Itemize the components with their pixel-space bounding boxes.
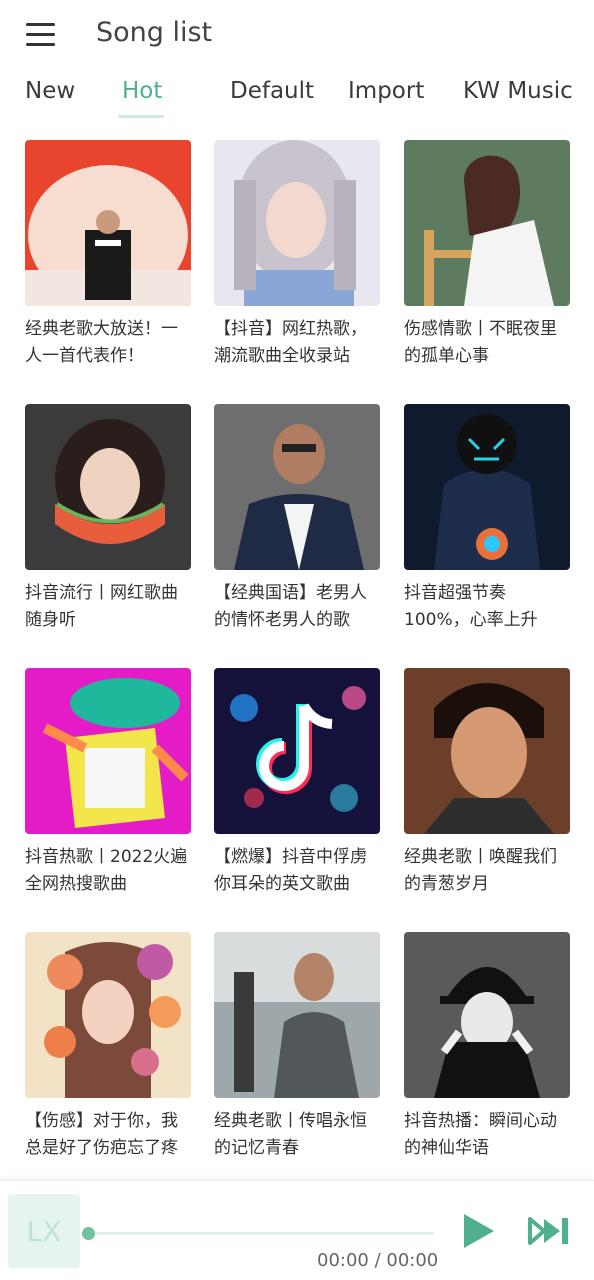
playlist-cover [404,404,570,570]
playlist-cover [404,932,570,1098]
app-logo[interactable]: LX [8,1194,80,1268]
tab-new[interactable]: New [25,78,75,104]
playlist-title: 抖音热歌丨2022火遍全网热搜歌曲 [25,847,188,894]
playlist-title: 经典老歌丨唤醒我们的青葱岁月 [404,847,557,894]
playlist-card[interactable]: 【伤感】对于你，我总是好了伤疤忘了疼 [25,932,191,1162]
playlist-cover [214,140,380,306]
playlist-cover [214,404,380,570]
playlist-cover [214,668,380,834]
app-header: Song list [0,0,594,70]
player-bar: LX 00:00 / 00:00 [0,1180,594,1280]
playlist-card[interactable]: 【燃爆】抖音中俘虏你耳朵的英文歌曲 [214,668,380,898]
playlist-title: 经典老歌丨传唱永恒的记忆青春 [214,1111,367,1158]
playlist-card[interactable]: 经典老歌丨传唱永恒的记忆青春 [214,932,380,1162]
playlist-card[interactable]: 【经典国语】老男人的情怀老男人的歌 [214,404,380,634]
progress-bar[interactable] [88,1232,434,1235]
playlist-cover [404,140,570,306]
playlist-title: 【燃爆】抖音中俘虏你耳朵的英文歌曲 [214,847,367,894]
playlist-card[interactable]: 抖音流行丨网红歌曲随身听 [25,404,191,634]
playlist-title: 抖音超强节奏100%，心率上升MAX [404,583,538,630]
playlist-title: 抖音热播：瞬间心动的神仙华语 [404,1111,557,1158]
playlist-card[interactable]: 【抖音】网红热歌，潮流歌曲全收录站 [214,140,380,370]
playlist-cover [25,404,191,570]
skip-next-icon[interactable] [528,1215,572,1247]
playlist-card[interactable]: 抖音超强节奏100%，心率上升MAX [404,404,570,634]
playlist-title: 【抖音】网红热歌，潮流歌曲全收录站 [214,319,367,366]
page-title: Song list [96,17,213,48]
playlist-card[interactable]: 经典老歌大放送！一人一首代表作！ [25,140,191,370]
menu-icon[interactable] [24,20,58,50]
playlist-card[interactable]: 抖音热播：瞬间心动的神仙华语 [404,932,570,1162]
playlist-title: 抖音流行丨网红歌曲随身听 [25,583,178,630]
playlist-cover [404,668,570,834]
tab-default[interactable]: Default [230,78,314,104]
play-icon[interactable] [458,1211,498,1251]
playlist-title: 【伤感】对于你，我总是好了伤疤忘了疼 [25,1111,178,1158]
active-tab-indicator [118,115,164,118]
playlist-title: 【经典国语】老男人的情怀老男人的歌 [214,583,367,630]
playlist-cover [214,932,380,1098]
playlist-card[interactable]: 经典老歌丨唤醒我们的青葱岁月 [404,668,570,898]
tab-kw-music[interactable]: KW Music [463,78,573,104]
playlist-cover [25,932,191,1098]
progress-handle[interactable] [82,1227,95,1240]
playlist-card[interactable]: 抖音热歌丨2022火遍全网热搜歌曲 [25,668,191,898]
playback-time: 00:00 / 00:00 [317,1250,439,1271]
tab-hot[interactable]: Hot [122,78,162,104]
playlist-cover [25,140,191,306]
playlist-cover [25,668,191,834]
tab-import[interactable]: Import [348,78,424,104]
tab-bar: New Hot Default Import KW Music [0,78,594,124]
playlist-card[interactable]: 伤感情歌丨不眠夜里的孤单心事 [404,140,570,370]
playlist-title: 伤感情歌丨不眠夜里的孤单心事 [404,319,557,366]
playlist-title: 经典老歌大放送！一人一首代表作！ [25,319,178,366]
